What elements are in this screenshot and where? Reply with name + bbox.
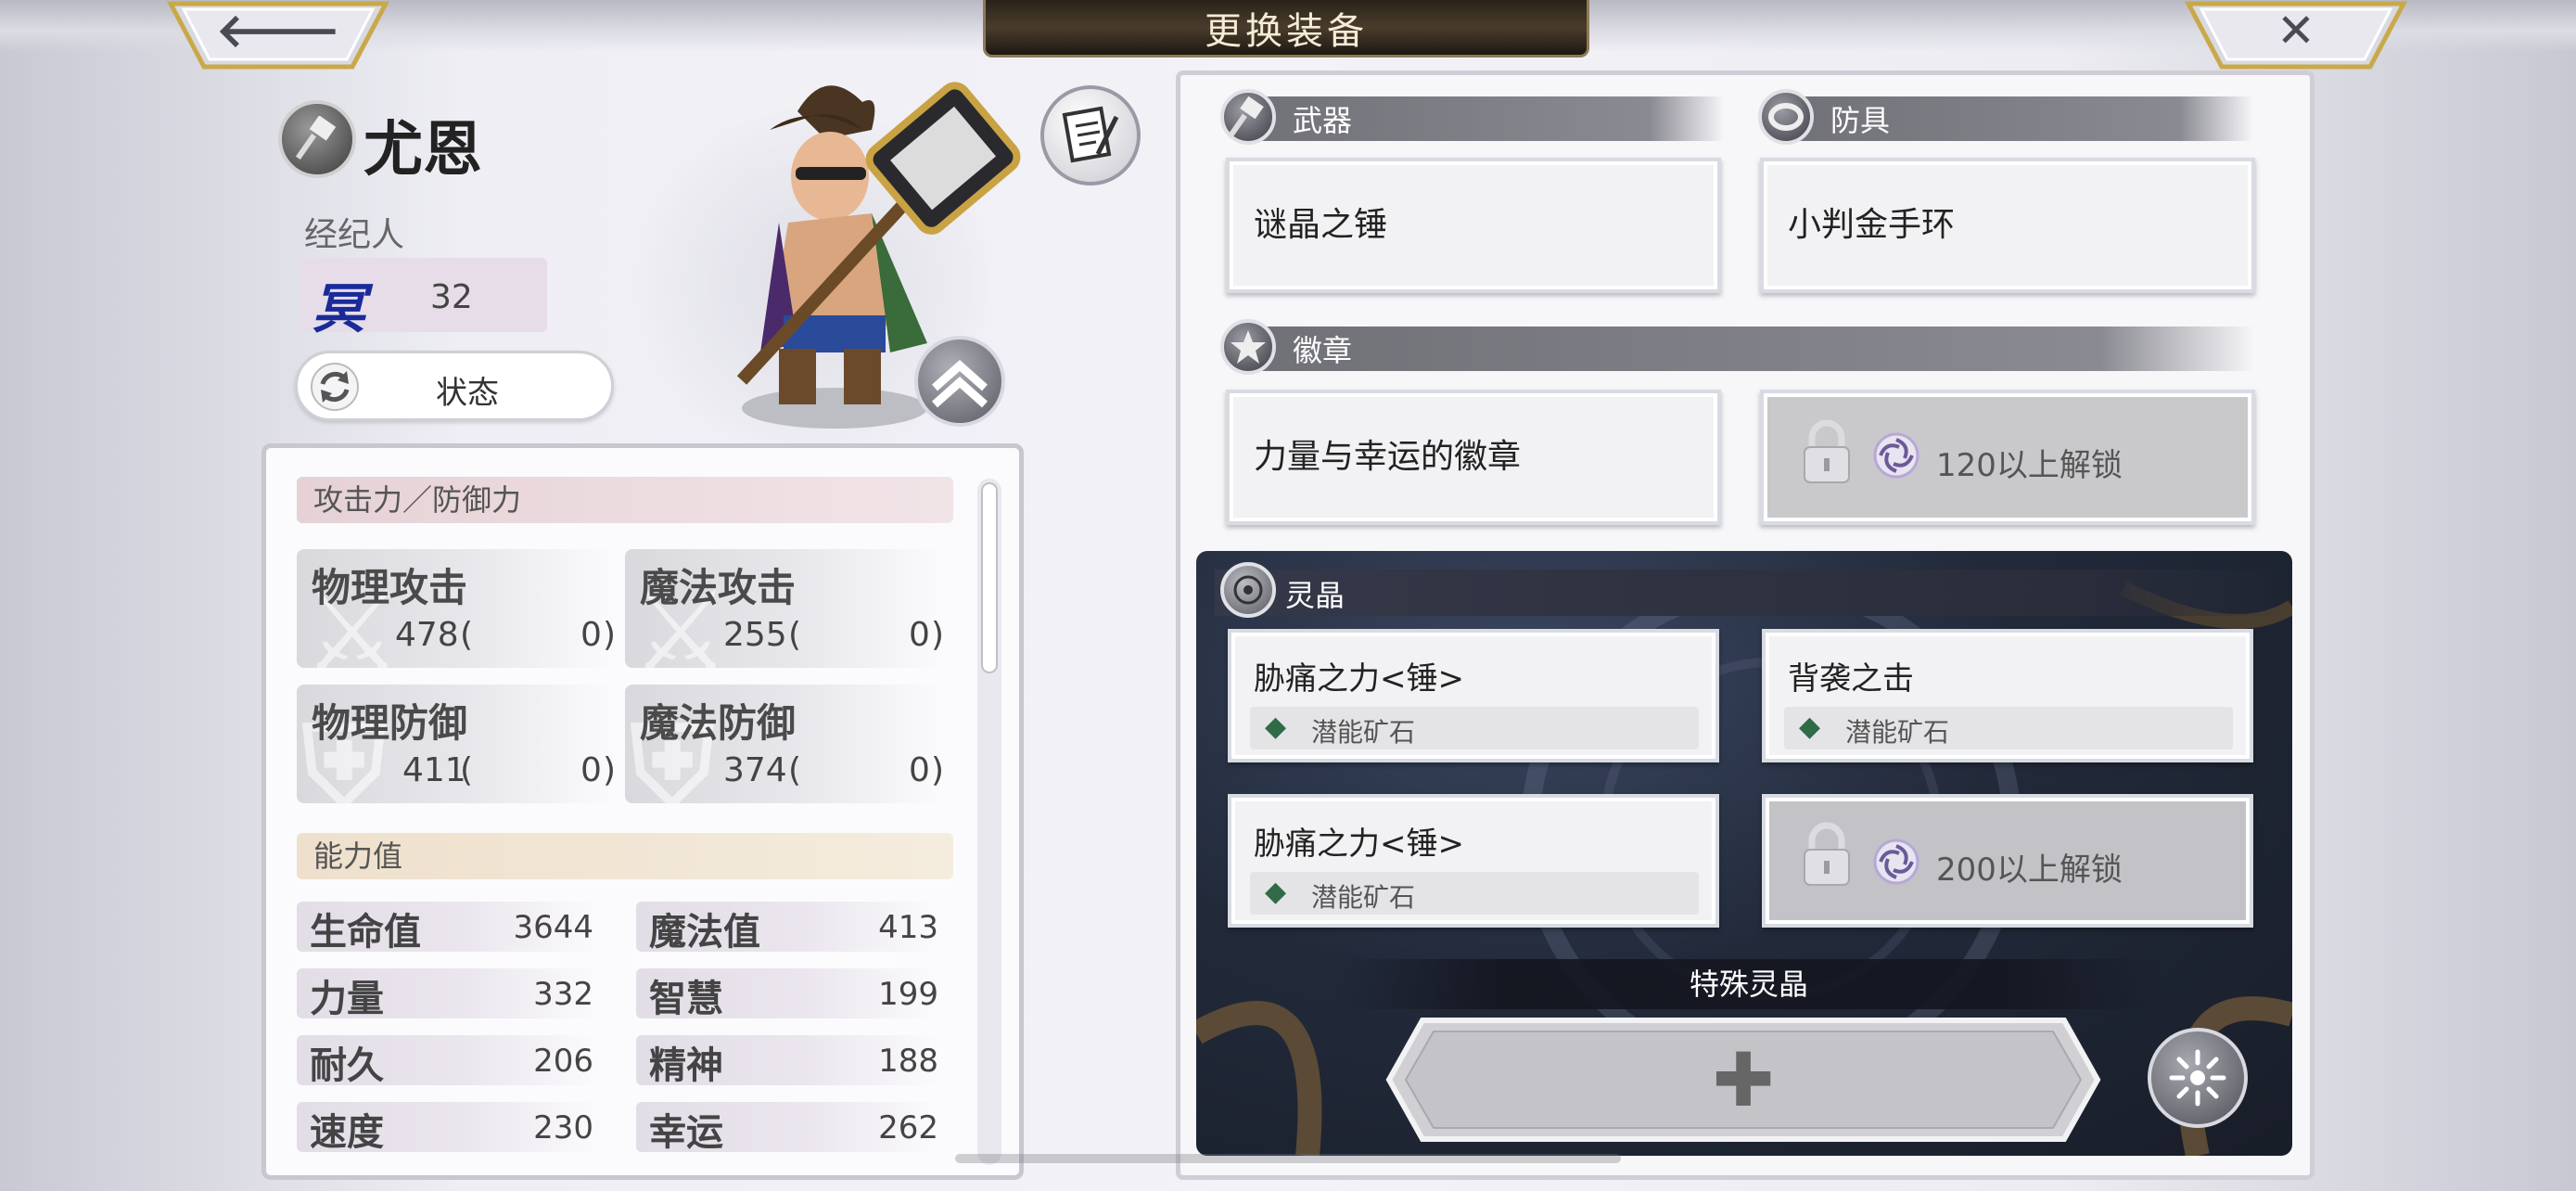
stat-name: 魔法防御 — [640, 700, 797, 746]
ability-name: 力量 — [310, 978, 384, 1020]
stat-paren-close: ) — [931, 616, 945, 654]
crystal-name: 背袭之击 — [1788, 660, 1914, 698]
agent-label: 经纪人 — [304, 216, 405, 254]
crystal-sub: ◆ 潜能矿石 — [1784, 707, 2233, 749]
hammer-class-icon — [278, 100, 356, 178]
character-name: 尤恩 — [363, 116, 482, 185]
badge-slot[interactable]: 力量与幸运的徽章 — [1226, 390, 1721, 525]
stat-name: 物理攻击 — [312, 565, 468, 610]
page-title: 更换装备 — [1205, 9, 1368, 53]
crystal-compass-icon — [1220, 562, 1276, 618]
hammer-icon — [1220, 89, 1276, 145]
stat-name: 魔法攻击 — [640, 565, 797, 610]
stat-paren-close: ) — [603, 616, 617, 654]
spiral-icon — [1873, 432, 1919, 479]
stat-bonus: 0 — [909, 751, 930, 789]
ability-name: 智慧 — [649, 978, 723, 1020]
crystal-slot-1[interactable]: 胁痛之力<锤> ◆ 潜能矿石 — [1228, 629, 1719, 762]
crystal-header: 灵晶 — [1215, 570, 2290, 616]
stat-paren-close: ) — [931, 751, 945, 789]
weapon-category-bar: 武器 — [1224, 96, 1725, 141]
agent-level: 32 — [430, 278, 473, 316]
close-icon: ✕ — [2276, 4, 2315, 58]
stat-name: 物理防御 — [312, 700, 468, 746]
ability-header: 能力值 — [297, 833, 953, 879]
attack-defense-header: 攻击力／防御力 — [297, 477, 953, 523]
ability-name: 幸运 — [649, 1111, 723, 1154]
stat-value: 255 — [723, 616, 787, 654]
armor-category-bar: 防具 — [1762, 96, 2253, 141]
spiral-icon — [1873, 839, 1919, 885]
back-button[interactable]: 🡐 — [166, 0, 390, 74]
title-plate: 更换装备 — [983, 0, 1589, 58]
armor-slot[interactable]: 小判金手环 — [1760, 158, 2255, 293]
star-badge-icon — [1220, 319, 1276, 375]
crystal-sub: ◆ 潜能矿石 — [1250, 707, 1699, 749]
weapon-slot[interactable]: 谜晶之锤 — [1226, 158, 1721, 293]
status-button-label: 状态 — [436, 375, 499, 412]
back-arrow-icon: 🡐 — [215, 4, 341, 58]
badge-category-bar: 徽章 — [1224, 327, 2255, 371]
ability-name: 精神 — [649, 1044, 723, 1087]
ability-name: 速度 — [310, 1111, 384, 1154]
special-crystal-label: 特殊灵晶 — [1335, 959, 2162, 1009]
crystal-sub-text: 潜能矿石 — [1845, 717, 1950, 748]
bracelet-icon — [1758, 89, 1814, 145]
lock-icon — [1804, 419, 1850, 483]
stat-bonus: 0 — [580, 751, 602, 789]
ability-value: 230 — [533, 1109, 593, 1146]
crystal-slot-3[interactable]: 胁痛之力<锤> ◆ 潜能矿石 — [1228, 794, 1719, 928]
crystal-sub-text: 潜能矿石 — [1311, 717, 1416, 748]
ability-name: 耐久 — [310, 1044, 384, 1087]
stat-value: 411 — [402, 751, 466, 789]
double-chevron-up-icon — [932, 359, 988, 408]
stat-bonus: 0 — [909, 616, 930, 654]
ore-icon: ◆ — [1799, 711, 1821, 743]
stat-bonus: 0 — [580, 616, 602, 654]
expand-up-button[interactable] — [914, 336, 1005, 427]
stat-paren-open: ( — [788, 751, 802, 789]
sparkle-gear-icon — [2169, 1049, 2226, 1107]
stat-value: 478 — [395, 616, 459, 654]
memo-button[interactable] — [1040, 85, 1141, 186]
ability-value: 188 — [878, 1043, 938, 1080]
crystal-settings-button[interactable] — [2148, 1028, 2248, 1128]
plus-icon: ✚ — [1712, 1036, 1775, 1123]
ability-value: 3644 — [513, 909, 593, 946]
crystal-sub-text: 潜能矿石 — [1311, 882, 1416, 913]
crystal-slot-2[interactable]: 背袭之击 ◆ 潜能矿石 — [1762, 629, 2253, 762]
lock-icon — [1804, 822, 1850, 886]
ore-icon: ◆ — [1265, 711, 1287, 743]
stat-paren-open: ( — [460, 616, 474, 654]
crystal-name: 胁痛之力<锤> — [1254, 660, 1464, 698]
ability-name: 魔法值 — [649, 911, 760, 954]
close-button[interactable]: ✕ — [2184, 0, 2408, 74]
add-special-crystal-button[interactable]: ✚ — [1385, 1017, 2101, 1143]
ore-icon: ◆ — [1265, 876, 1287, 908]
agent-emblem: 冥 — [312, 277, 366, 340]
memo-icon — [1062, 106, 1119, 163]
stat-paren-open: ( — [788, 616, 802, 654]
crystal-lock-text: 200以上解锁 — [1936, 852, 2123, 889]
ability-value: 199 — [878, 976, 938, 1013]
ability-value: 332 — [533, 976, 593, 1013]
home-indicator — [955, 1154, 1621, 1163]
stat-value: 374 — [723, 751, 787, 789]
crystal-label: 灵晶 — [1285, 578, 1345, 613]
stat-paren-close: ) — [603, 751, 617, 789]
ability-value: 262 — [878, 1109, 938, 1146]
ability-value: 413 — [878, 909, 938, 946]
stat-paren-open: ( — [460, 751, 474, 789]
crystal-name: 胁痛之力<锤> — [1254, 826, 1464, 863]
ability-value: 206 — [533, 1043, 593, 1080]
ability-name: 生命值 — [310, 911, 421, 954]
refresh-icon — [311, 363, 359, 411]
stats-scrollbar-thumb[interactable] — [981, 482, 998, 673]
crystal-sub: ◆ 潜能矿石 — [1250, 872, 1699, 915]
badge-lock-text: 120以上解锁 — [1936, 447, 2123, 484]
weapon-label: 武器 — [1293, 103, 1353, 138]
badge-label: 徽章 — [1293, 333, 1353, 368]
armor-label: 防具 — [1830, 103, 1891, 138]
